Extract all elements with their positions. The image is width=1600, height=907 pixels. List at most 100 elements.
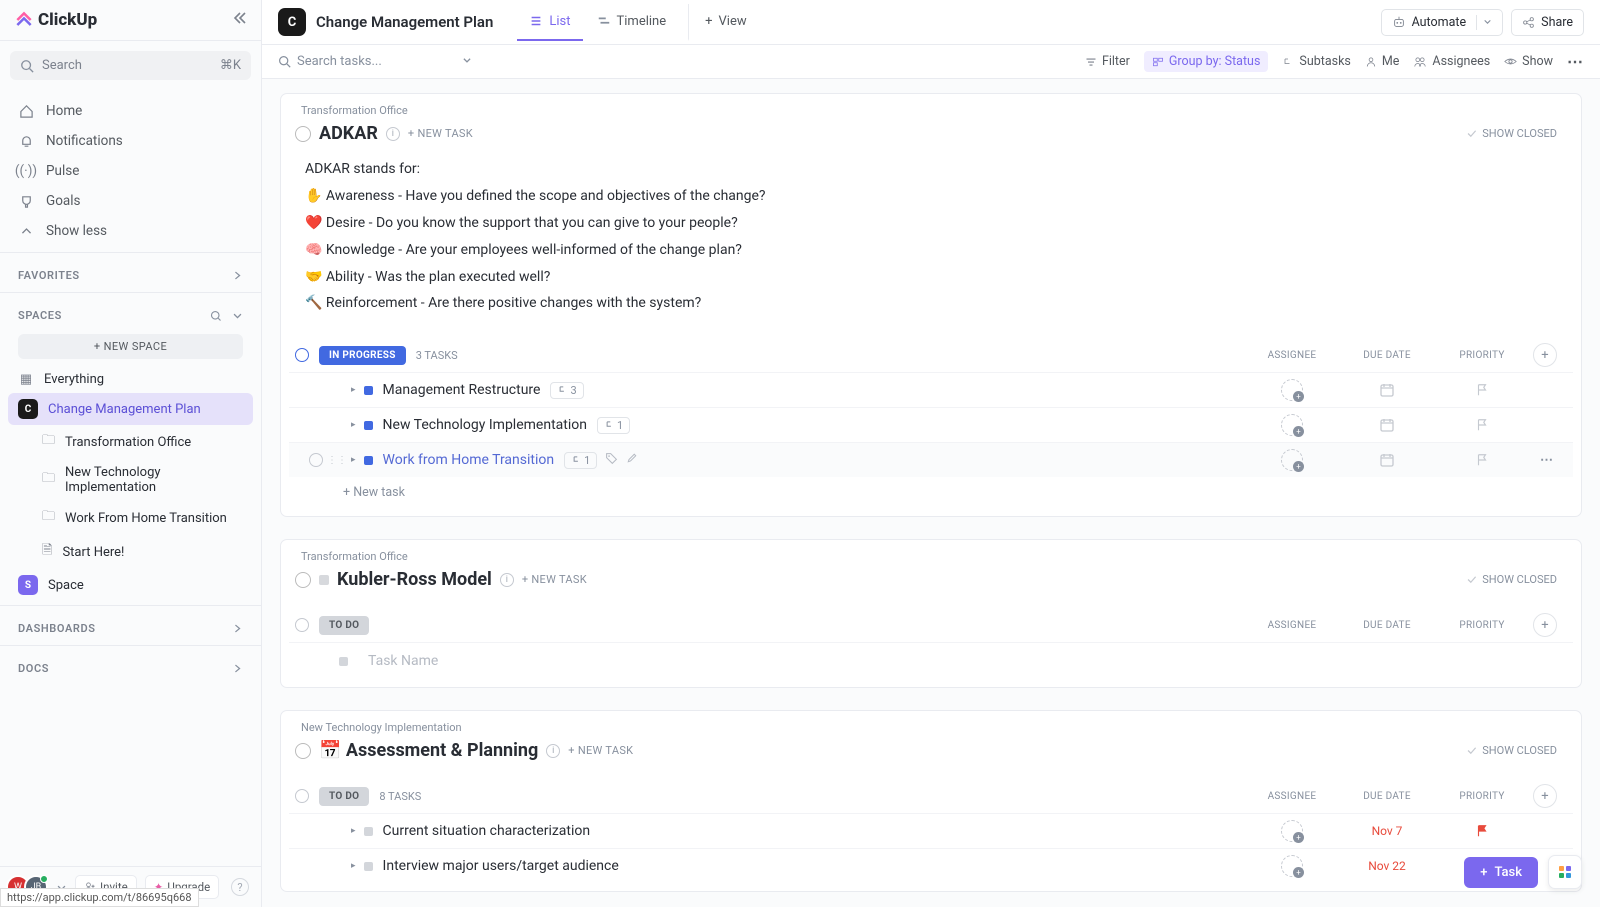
page-title[interactable]: Change Management Plan	[316, 13, 493, 31]
section-title[interactable]: 📅 Assessment & Planning	[319, 740, 538, 761]
task-name[interactable]: Interview major users/target audience	[383, 858, 619, 874]
logo[interactable]: ClickUp	[14, 10, 97, 30]
apps-button[interactable]	[1548, 855, 1582, 889]
search-tasks-input[interactable]: Search tasks...	[278, 54, 382, 69]
tree-change-management-plan[interactable]: CChange Management Plan	[8, 393, 253, 425]
tag-icon[interactable]	[605, 452, 618, 469]
expand-icon[interactable]: ▸	[351, 420, 356, 430]
nav-home[interactable]: Home	[0, 96, 261, 126]
expand-icon[interactable]: ▸	[351, 826, 356, 836]
collapse-sidebar-icon[interactable]	[231, 10, 247, 30]
me-button[interactable]: Me	[1365, 54, 1400, 69]
tab-timeline[interactable]: Timeline	[585, 4, 679, 41]
new-task-fab[interactable]: +Task	[1464, 857, 1538, 888]
breadcrumb[interactable]: New Technology Implementation	[281, 711, 1581, 734]
share-button[interactable]: Share	[1511, 9, 1584, 36]
chevron-down-icon[interactable]	[1476, 15, 1498, 30]
new-task-placeholder[interactable]: Task Name	[289, 642, 1573, 679]
due-date-cell[interactable]	[1337, 417, 1437, 433]
new-task-link[interactable]: + NEW TASK	[568, 744, 633, 757]
col-assignee[interactable]: ASSIGNEE	[1247, 350, 1337, 361]
filter-button[interactable]: Filter	[1085, 54, 1130, 69]
dashboards-header[interactable]: DASHBOARDS	[0, 616, 261, 641]
tab-add-view[interactable]: +View	[688, 4, 759, 41]
tree-wfh-transition[interactable]: 🗀Work From Home Transition	[0, 501, 261, 535]
task-row[interactable]: ⋮⋮▸New Technology Implementation1⋯	[289, 407, 1573, 442]
status-square-icon[interactable]	[364, 386, 373, 395]
group-by-button[interactable]: Group by: Status	[1144, 51, 1269, 72]
subtask-badge[interactable]: 3	[550, 382, 583, 399]
search-dropdown-icon[interactable]	[462, 54, 472, 69]
expand-icon[interactable]: ▸	[351, 455, 356, 465]
col-assignee[interactable]: ASSIGNEE	[1247, 620, 1337, 631]
docs-header[interactable]: DOCS	[0, 656, 261, 681]
spaces-header[interactable]: SPACES	[0, 303, 261, 328]
tree-everything[interactable]: ▦Everything	[0, 365, 261, 393]
info-icon[interactable]: i	[386, 127, 400, 141]
col-due-date[interactable]: DUE DATE	[1337, 350, 1437, 361]
info-icon[interactable]: i	[500, 573, 514, 587]
priority-cell[interactable]	[1437, 824, 1527, 838]
nav-pulse[interactable]: ((·))Pulse	[0, 156, 261, 186]
col-due-date[interactable]: DUE DATE	[1337, 791, 1437, 802]
status-square-icon[interactable]	[364, 862, 373, 871]
show-closed-button[interactable]: SHOW CLOSED	[1466, 573, 1557, 586]
task-name[interactable]: Current situation characterization	[383, 823, 591, 839]
assignees-button[interactable]: Assignees	[1413, 54, 1490, 69]
due-date-cell[interactable]	[1337, 452, 1437, 468]
task-row[interactable]: ⋮⋮ ▸ Work from Home Transition 1 ⋯	[289, 442, 1573, 477]
due-date-cell[interactable]	[1337, 382, 1437, 398]
status-pill[interactable]: TO DO	[319, 787, 369, 806]
subtask-badge[interactable]: 1	[597, 417, 630, 434]
status-square-icon[interactable]	[364, 827, 373, 836]
assignee-cell[interactable]	[1247, 379, 1337, 401]
new-space-button[interactable]: + NEW SPACE	[18, 334, 243, 359]
assignee-cell[interactable]	[1247, 414, 1337, 436]
edit-icon[interactable]	[626, 452, 638, 468]
due-date-cell[interactable]: Nov 7	[1337, 824, 1437, 838]
breadcrumb[interactable]: Transformation Office	[281, 94, 1581, 117]
subtask-badge[interactable]: 1	[564, 452, 597, 469]
favorites-header[interactable]: FAVORITES	[0, 263, 261, 288]
info-icon[interactable]: i	[546, 744, 560, 758]
task-name[interactable]: Work from Home Transition	[383, 452, 555, 468]
nav-notifications[interactable]: Notifications	[0, 126, 261, 156]
status-circle-icon[interactable]	[295, 572, 311, 588]
status-circle-icon[interactable]	[309, 453, 323, 467]
priority-cell[interactable]	[1437, 383, 1527, 397]
add-column-button[interactable]: +	[1533, 343, 1557, 367]
drag-handle-icon[interactable]: ⋮⋮	[327, 455, 347, 466]
col-assignee[interactable]: ASSIGNEE	[1247, 791, 1337, 802]
add-column-button[interactable]: +	[1533, 784, 1557, 808]
col-priority[interactable]: PRIORITY	[1437, 620, 1527, 631]
nav-goals[interactable]: Goals	[0, 186, 261, 216]
show-button[interactable]: Show	[1504, 54, 1553, 69]
status-square-icon[interactable]	[364, 456, 373, 465]
col-priority[interactable]: PRIORITY	[1437, 350, 1527, 361]
add-column-button[interactable]: +	[1533, 613, 1557, 637]
assignee-cell[interactable]	[1247, 449, 1337, 471]
show-closed-button[interactable]: SHOW CLOSED	[1466, 127, 1557, 140]
status-circle-icon[interactable]	[295, 743, 311, 759]
sidebar-search[interactable]: Search ⌘K	[10, 51, 251, 80]
task-name[interactable]: Management Restructure	[383, 382, 541, 398]
task-row[interactable]: ⋮⋮▸Interview major users/target audience…	[289, 848, 1573, 883]
tree-space[interactable]: SSpace	[0, 569, 261, 601]
new-task-row[interactable]: + New task	[289, 477, 1573, 508]
more-options-icon[interactable]: ⋯	[1567, 52, 1584, 71]
status-pill[interactable]: TO DO	[319, 616, 369, 635]
row-more-icon[interactable]: ⋯	[1527, 453, 1567, 468]
tree-transformation-office[interactable]: 🗀Transformation Office	[0, 425, 261, 459]
expand-icon[interactable]: ▸	[351, 385, 356, 395]
tree-start-here[interactable]: 🗎Start Here!	[0, 535, 261, 569]
status-pill[interactable]: IN PROGRESS	[319, 346, 406, 365]
task-name[interactable]: New Technology Implementation	[383, 417, 587, 433]
tab-list[interactable]: List	[517, 4, 582, 41]
automate-button[interactable]: Automate	[1381, 9, 1504, 36]
new-task-link[interactable]: + NEW TASK	[522, 573, 587, 586]
status-circle-icon[interactable]	[295, 126, 311, 142]
col-due-date[interactable]: DUE DATE	[1337, 620, 1437, 631]
expand-icon[interactable]: ▸	[351, 861, 356, 871]
col-priority[interactable]: PRIORITY	[1437, 791, 1527, 802]
tree-new-tech-impl[interactable]: 🗀New Technology Implementation	[0, 459, 261, 501]
